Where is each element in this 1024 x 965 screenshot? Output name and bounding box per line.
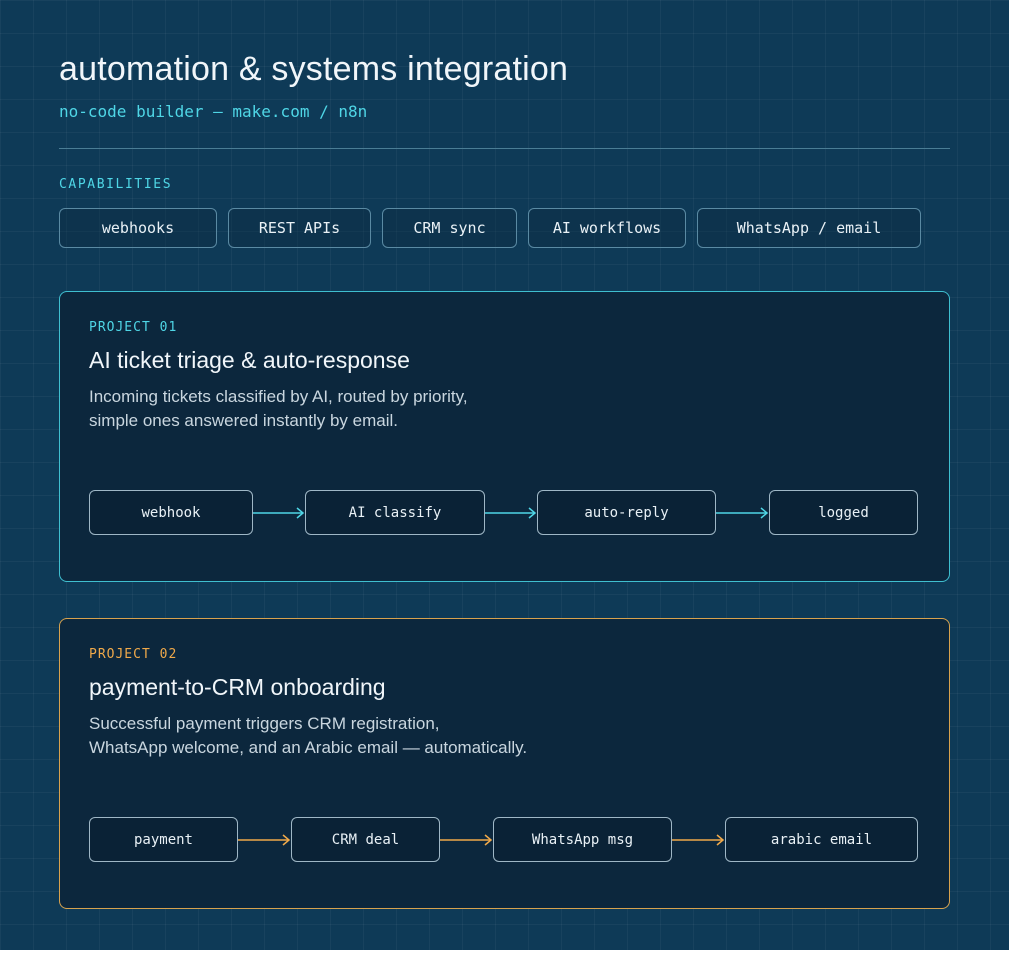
- flow-node-ai-classify: AI classify: [305, 490, 485, 535]
- capability-chip-whatsapp-email: WhatsApp / email: [697, 208, 921, 248]
- flow-node-webhook: webhook: [89, 490, 253, 535]
- flow-arrow-icon: [672, 833, 725, 847]
- flow-node-logged: logged: [769, 490, 918, 535]
- project-card-01: PROJECT 01 AI ticket triage & auto-respo…: [59, 291, 950, 582]
- flow-node-payment: payment: [89, 817, 238, 862]
- project-description: Successful payment triggers CRM registra…: [89, 712, 689, 760]
- project-description: Incoming tickets classified by AI, route…: [89, 385, 689, 433]
- capability-chip-rest-apis: REST APIs: [228, 208, 371, 248]
- project-title: payment-to-CRM onboarding: [89, 674, 386, 700]
- diagram-canvas: automation & systems integration no-code…: [0, 0, 1009, 950]
- capabilities-heading: CAPABILITIES: [59, 177, 173, 192]
- flow-node-arabic-email: arabic email: [725, 817, 918, 862]
- description-line: WhatsApp welcome, and an Arabic email — …: [89, 738, 528, 757]
- flow-node-crm-deal: CRM deal: [291, 817, 440, 862]
- flow-node-whatsapp-msg: WhatsApp msg: [493, 817, 672, 862]
- flow-node-auto-reply: auto-reply: [537, 490, 716, 535]
- project-label: PROJECT 02: [89, 647, 178, 662]
- page-title: automation & systems integration: [59, 50, 569, 88]
- description-line: Incoming tickets classified by AI, route…: [89, 387, 468, 406]
- header-divider: [59, 148, 950, 149]
- flow-arrow-icon: [485, 506, 537, 520]
- flow-arrow-icon: [253, 506, 305, 520]
- capability-chip-crm-sync: CRM sync: [382, 208, 517, 248]
- description-line: Successful payment triggers CRM registra…: [89, 714, 440, 733]
- description-line: simple ones answered instantly by email.: [89, 411, 398, 430]
- capability-chip-ai-workflows: AI workflows: [528, 208, 686, 248]
- project-title: AI ticket triage & auto-response: [89, 347, 410, 373]
- flow-arrow-icon: [716, 506, 769, 520]
- page-subtitle: no-code builder — make.com / n8n: [59, 102, 368, 121]
- flow-arrow-icon: [440, 833, 493, 847]
- capability-chip-webhooks: webhooks: [59, 208, 217, 248]
- flow-arrow-icon: [238, 833, 291, 847]
- project-label: PROJECT 01: [89, 320, 178, 335]
- project-card-02: PROJECT 02 payment-to-CRM onboarding Suc…: [59, 618, 950, 909]
